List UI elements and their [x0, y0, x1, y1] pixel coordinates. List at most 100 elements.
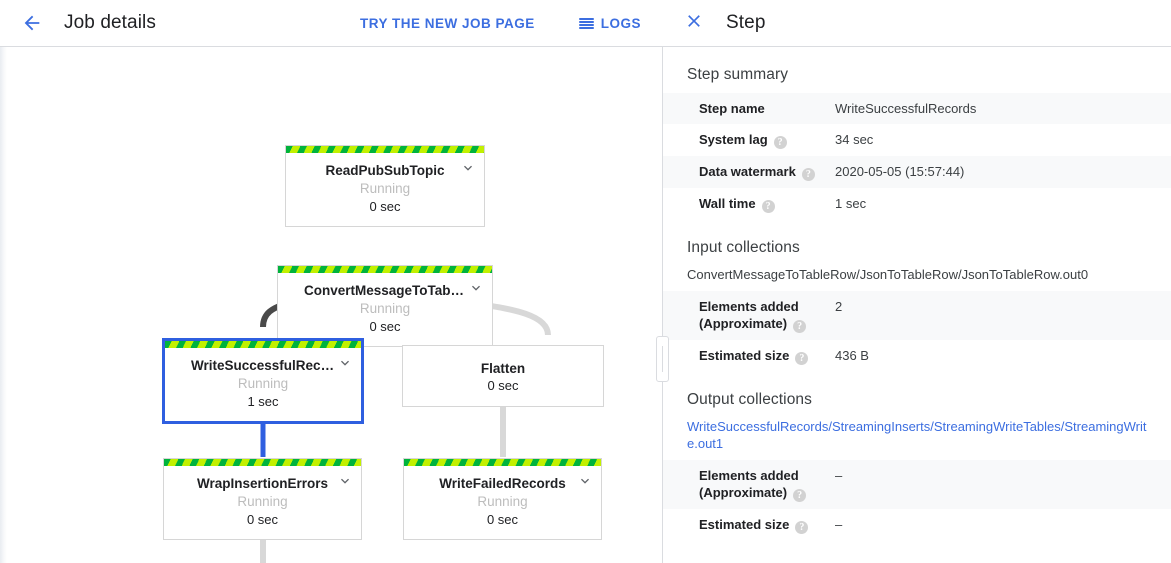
table-row: Wall time? 1 sec — [663, 188, 1171, 220]
node-name: WrapInsertionErrors — [196, 476, 329, 491]
node-name: WriteFailedRecords — [439, 476, 566, 491]
close-icon — [684, 11, 704, 36]
graph-node-flatten[interactable]: Flatten 0 sec — [402, 345, 604, 407]
output-collections-table: Elements added (Approximate)? – Estimate… — [663, 460, 1171, 541]
step-summary-heading: Step summary — [687, 66, 789, 83]
node-time: 0 sec — [486, 512, 519, 527]
node-status: Running — [359, 301, 411, 316]
row-key: Estimated size? — [663, 340, 835, 372]
table-row: Estimated size? – — [663, 509, 1171, 541]
list-icon — [578, 17, 594, 29]
node-name: ReadPubSubTopic — [325, 163, 445, 178]
row-value: – — [835, 517, 843, 532]
job-details-page: Job details TRY THE NEW JOB PAGE LOGS Re… — [0, 0, 1171, 563]
node-status-stripe — [404, 459, 601, 466]
node-time: 0 sec — [246, 512, 279, 527]
help-icon[interactable]: ? — [795, 352, 809, 365]
node-body: Flatten 0 sec — [403, 346, 603, 405]
graph-node-readpubsubtopic[interactable]: ReadPubSubTopic Running 0 sec — [285, 145, 485, 227]
chevron-down-icon[interactable] — [337, 473, 353, 489]
row-value: 436 B — [835, 348, 869, 363]
help-icon[interactable]: ? — [773, 136, 787, 149]
help-icon[interactable]: ? — [793, 320, 807, 333]
help-icon[interactable]: ? — [801, 168, 815, 181]
table-row: Step name WriteSuccessfulRecords — [663, 93, 1171, 124]
left-header: Job details TRY THE NEW JOB PAGE LOGS — [0, 0, 663, 47]
node-status: Running — [237, 376, 289, 391]
job-graph-canvas[interactable]: ReadPubSubTopic Running 0 sec ConvertMes… — [0, 47, 663, 563]
node-name: WriteSuccessfulRecords — [191, 358, 350, 373]
row-value: 34 sec — [835, 132, 874, 147]
node-body: WriteSuccessfulRecords Running 1 sec — [165, 348, 361, 421]
splitter-grip[interactable] — [656, 336, 669, 382]
node-name: ConvertMessageToTabl… — [304, 283, 468, 298]
help-icon[interactable]: ? — [761, 200, 775, 213]
chevron-down-icon[interactable] — [577, 473, 593, 489]
input-collections-heading: Input collections — [687, 239, 800, 256]
help-icon[interactable]: ? — [795, 521, 809, 534]
node-status-stripe — [164, 459, 361, 466]
canvas-left-shade — [0, 47, 7, 563]
row-value: 2020-05-05 (15:57:44) — [835, 156, 1171, 188]
output-collections-heading: Output collections — [687, 391, 813, 408]
chevron-down-icon[interactable] — [468, 280, 484, 296]
node-status: Running — [359, 181, 411, 196]
node-status-stripe — [286, 146, 484, 153]
node-time: 0 sec — [369, 199, 401, 214]
graph-node-convertmessagetotablerow[interactable]: ConvertMessageToTabl… Running 0 sec — [277, 265, 493, 347]
table-row: Elements added (Approximate)? – — [663, 460, 1171, 509]
header-actions: TRY THE NEW JOB PAGE LOGS — [352, 10, 663, 37]
node-body: ReadPubSubTopic Running 0 sec — [286, 153, 484, 226]
input-collection-path: ConvertMessageToTableRow/JsonToTableRow/… — [687, 267, 1089, 282]
row-value: 1 sec — [835, 196, 867, 211]
output-collection-path-link[interactable]: WriteSuccessfulRecords/StreamingInserts/… — [663, 418, 1171, 460]
graph-node-wrapinsertionerrors[interactable]: WrapInsertionErrors Running 0 sec — [163, 458, 362, 540]
row-value: 2 — [835, 291, 1171, 340]
page-title: Job details — [64, 12, 156, 33]
node-status-stripe — [278, 266, 492, 273]
row-key: Elements added (Approximate)? — [663, 291, 835, 340]
chevron-down-icon[interactable] — [337, 355, 353, 371]
node-body: ConvertMessageToTabl… Running 0 sec — [278, 273, 492, 346]
node-status: Running — [237, 494, 288, 509]
pane-splitter[interactable] — [655, 0, 671, 563]
graph-node-writefailedrecords[interactable]: WriteFailedRecords Running 0 sec — [403, 458, 602, 540]
step-details-pane: Step Step summary Step name WriteSuccess… — [663, 0, 1171, 563]
try-new-job-page-button[interactable]: TRY THE NEW JOB PAGE — [352, 10, 543, 37]
table-row: Estimated size? 436 B — [663, 340, 1171, 372]
graph-node-writesuccessfulrecords[interactable]: WriteSuccessfulRecords Running 1 sec — [162, 338, 364, 424]
arrow-back-icon — [21, 12, 43, 34]
splitter-line — [662, 47, 663, 563]
row-key: System lag? — [663, 124, 835, 156]
close-button[interactable] — [674, 3, 714, 43]
row-value: – — [835, 460, 1171, 509]
row-key: Wall time? — [663, 188, 835, 220]
node-time: 0 sec — [487, 378, 519, 393]
row-key: Elements added (Approximate)? — [663, 460, 835, 509]
logs-button-label: LOGS — [600, 15, 641, 31]
input-collections-table: Elements added (Approximate)? 2 Estimate… — [663, 291, 1171, 372]
back-button[interactable] — [12, 3, 52, 43]
node-time: 0 sec — [369, 319, 401, 334]
row-key: Estimated size? — [663, 509, 835, 541]
node-name: Flatten — [480, 361, 526, 376]
node-status-stripe — [165, 341, 361, 348]
help-icon[interactable]: ? — [793, 489, 807, 502]
row-key: Step name — [663, 93, 835, 124]
node-body: WrapInsertionErrors Running 0 sec — [164, 466, 361, 539]
table-row: Data watermark? 2020-05-05 (15:57:44) — [663, 156, 1171, 188]
table-row: Elements added (Approximate)? 2 — [663, 291, 1171, 340]
step-panel-header: Step — [663, 0, 1171, 47]
table-row: System lag? 34 sec — [663, 124, 1171, 156]
chevron-down-icon[interactable] — [460, 160, 476, 176]
node-body: WriteFailedRecords Running 0 sec — [404, 466, 601, 539]
node-status: Running — [477, 494, 528, 509]
node-time: 1 sec — [247, 394, 279, 409]
logs-button[interactable]: LOGS — [571, 10, 649, 37]
step-panel-title: Step — [726, 12, 766, 33]
row-value: WriteSuccessfulRecords — [835, 93, 1171, 124]
row-key: Data watermark? — [663, 156, 835, 188]
step-panel-body: Step summary Step name WriteSuccessfulRe… — [663, 47, 1171, 541]
step-summary-table: Step name WriteSuccessfulRecords System … — [663, 93, 1171, 220]
job-graph-pane: Job details TRY THE NEW JOB PAGE LOGS Re… — [0, 0, 669, 563]
